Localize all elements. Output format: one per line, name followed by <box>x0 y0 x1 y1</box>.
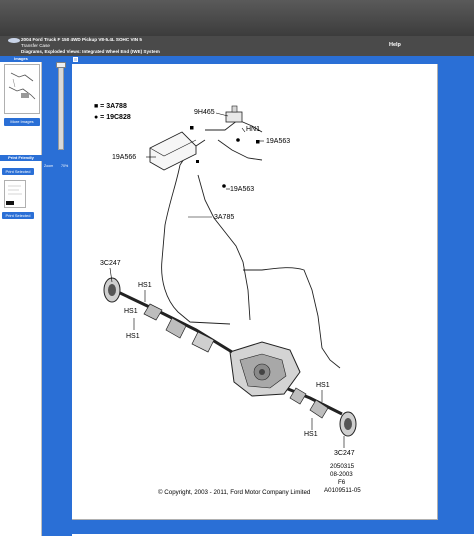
ref-number-3: F6 <box>338 479 346 486</box>
label-HS1-a: HS1 <box>138 282 152 289</box>
exploded-view-diagram: ■ = 3A788 ● = 19C828 9H465 HN1 19A563 19… <box>94 103 361 496</box>
ref-number-1: 2050315 <box>330 463 355 470</box>
ref-number-4: A0109511-05 <box>324 487 361 494</box>
label-HN1: HN1 <box>246 126 260 133</box>
print-selected-button-1[interactable]: Print Selected <box>2 168 34 175</box>
front-axle-differential <box>229 341 301 397</box>
label-19A563-b: 19A563 <box>230 186 254 193</box>
more-images-button[interactable]: More Images <box>4 118 40 126</box>
breadcrumb-page: Diagrams, Exploded Views: Integrated Whe… <box>21 49 160 54</box>
label-3C247-bottom: 3C247 <box>334 450 355 457</box>
help-link[interactable]: Help <box>389 42 401 48</box>
left-pane <box>0 56 42 536</box>
breadcrumb-section[interactable]: Transfer Case <box>21 43 50 48</box>
diagram-thumbnail[interactable] <box>4 64 40 114</box>
ford-logo-icon <box>8 38 20 43</box>
iwe-vacuum-line-main <box>161 164 231 325</box>
label-HS1-e: HS1 <box>304 431 318 438</box>
solenoid-9H465 <box>225 105 243 123</box>
left-halfshaft <box>103 277 233 354</box>
label-9H465: 9H465 <box>194 109 215 116</box>
app-header <box>0 0 474 36</box>
print-friendly-title: Print Friendly <box>0 155 42 161</box>
vertical-scrollbar[interactable] <box>438 64 474 534</box>
print-selected-button-2[interactable]: Print Selected <box>2 212 34 219</box>
diagram-thumbnail-image <box>8 72 36 100</box>
label-HS1-c: HS1 <box>126 333 140 340</box>
copyright-text: © Copyright, 2003 - 2011, Ford Motor Com… <box>158 489 311 496</box>
print-thumbnail-image <box>6 185 22 205</box>
vacuum-reservoir-19A566 <box>149 131 197 171</box>
ref-number-2: 08-2003 <box>330 471 353 478</box>
zoom-panel <box>42 56 72 536</box>
label-19A566: 19A566 <box>112 154 136 161</box>
zoom-slider-handle[interactable] <box>56 62 66 68</box>
viewer-toolbar <box>72 56 474 64</box>
solenoid-hose <box>217 139 263 161</box>
zoom-value: 70% <box>61 164 69 168</box>
legend-square: ■ = 3A788 <box>94 103 127 110</box>
label-19A563-a: 19A563 <box>266 138 290 145</box>
print-thumbnail[interactable] <box>4 180 26 208</box>
diagram-page: ■ = 3A788 ● = 19C828 9H465 HN1 19A563 19… <box>72 64 438 520</box>
iwe-vacuum-line-branch <box>197 174 251 321</box>
label-3C247-top: 3C247 <box>100 260 121 267</box>
legend-circle: ● = 19C828 <box>94 114 131 121</box>
vehicle-title: 2004 Ford Truck F 150 4WD Pickup V8-5.4L… <box>21 37 142 42</box>
label-HS1-b: HS1 <box>124 308 138 315</box>
label-3A785: 3A785 <box>214 214 234 221</box>
horizontal-scrollbar[interactable] <box>72 520 438 534</box>
viewer-tab-icon[interactable] <box>73 57 78 62</box>
zoom-label: Zoom <box>44 164 54 168</box>
label-HS1-d: HS1 <box>316 382 330 389</box>
images-pane-title: Images <box>0 56 42 62</box>
zoom-slider-track[interactable] <box>58 64 64 150</box>
